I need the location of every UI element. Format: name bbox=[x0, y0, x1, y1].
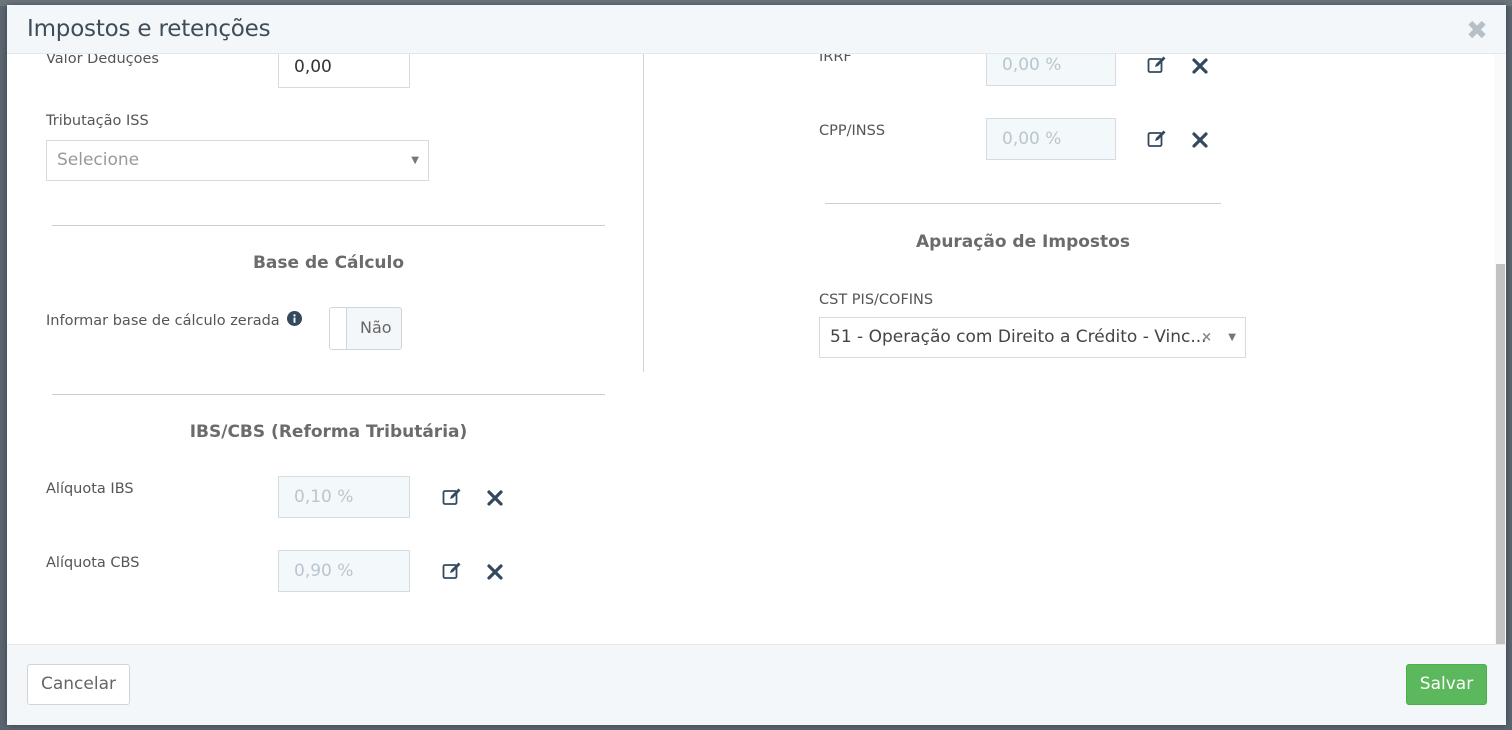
aliquota-ibs-label: Alíquota IBS bbox=[46, 481, 134, 497]
edit-icon[interactable] bbox=[1147, 129, 1167, 149]
aliquota-cbs-label: Alíquota CBS bbox=[46, 555, 140, 571]
cpp-inss-label: CPP/INSS bbox=[819, 123, 886, 139]
save-button[interactable]: Salvar bbox=[1406, 664, 1487, 705]
times-icon[interactable] bbox=[1190, 56, 1210, 76]
modal-header: Impostos e retenções ✖ bbox=[7, 5, 1506, 54]
zero-base-label: Informar base de cálculo zerada bbox=[46, 311, 303, 329]
irrf-label: IRRF bbox=[819, 54, 852, 65]
base-calculo-title: Base de Cálculo bbox=[252, 253, 405, 273]
times-icon[interactable] bbox=[1190, 130, 1210, 150]
tributacao-iss-placeholder: Selecione bbox=[57, 150, 140, 170]
cst-pis-cofins-value: 51 - Operação com Direito a Crédito - Vi… bbox=[830, 327, 1207, 347]
scrollbar[interactable] bbox=[1494, 54, 1506, 644]
zero-base-label-text: Informar base de cálculo zerada bbox=[46, 313, 280, 329]
caret-down-icon: ▼ bbox=[1228, 332, 1236, 343]
close-icon[interactable]: ✖ bbox=[1466, 17, 1488, 43]
modal-footer: Cancelar Salvar bbox=[7, 644, 1506, 725]
divider bbox=[825, 203, 1221, 204]
toggle-knob bbox=[330, 308, 347, 349]
edit-icon[interactable] bbox=[1147, 55, 1167, 75]
column-divider bbox=[643, 54, 644, 372]
valor-deducoes-input[interactable]: 0,00 bbox=[278, 54, 410, 88]
zero-base-toggle[interactable]: Não bbox=[329, 307, 402, 350]
clear-icon[interactable]: × bbox=[1201, 318, 1212, 357]
cst-pis-cofins-select[interactable]: 51 - Operação com Direito a Crédito - Vi… bbox=[819, 317, 1246, 358]
valor-deducoes-label: Valor Deduções bbox=[46, 54, 159, 67]
edit-icon[interactable] bbox=[442, 561, 462, 581]
aliquota-ibs-input[interactable]: 0,10 % bbox=[278, 476, 410, 518]
scrollbar-thumb[interactable] bbox=[1496, 264, 1505, 644]
taxes-modal: Impostos e retenções ✖ Valor Deduções 0,… bbox=[7, 5, 1506, 725]
times-icon[interactable] bbox=[485, 488, 505, 508]
times-icon[interactable] bbox=[485, 562, 505, 582]
ibs-cbs-title: IBS/CBS (Reforma Tributária) bbox=[189, 422, 468, 442]
cancel-button[interactable]: Cancelar bbox=[27, 664, 130, 705]
divider bbox=[52, 394, 605, 395]
caret-down-icon: ▼ bbox=[411, 155, 419, 166]
irrf-input[interactable]: 0,00 % bbox=[986, 54, 1116, 86]
cst-pis-cofins-label: CST PIS/COFINS bbox=[819, 292, 934, 308]
toggle-value: Não bbox=[360, 318, 392, 337]
divider bbox=[52, 225, 605, 226]
cpp-inss-input[interactable]: 0,00 % bbox=[986, 118, 1116, 160]
tributacao-iss-select[interactable]: Selecione ▼ bbox=[46, 140, 429, 181]
edit-icon[interactable] bbox=[442, 487, 462, 507]
modal-body: Valor Deduções 0,00 Tributação ISS Selec… bbox=[7, 54, 1506, 644]
modal-title: Impostos e retenções bbox=[27, 16, 271, 42]
info-circle-icon[interactable] bbox=[287, 311, 303, 326]
aliquota-cbs-input[interactable]: 0,90 % bbox=[278, 550, 410, 592]
tributacao-iss-label: Tributação ISS bbox=[46, 113, 149, 129]
apuracao-title: Apuração de Impostos bbox=[916, 232, 1130, 252]
